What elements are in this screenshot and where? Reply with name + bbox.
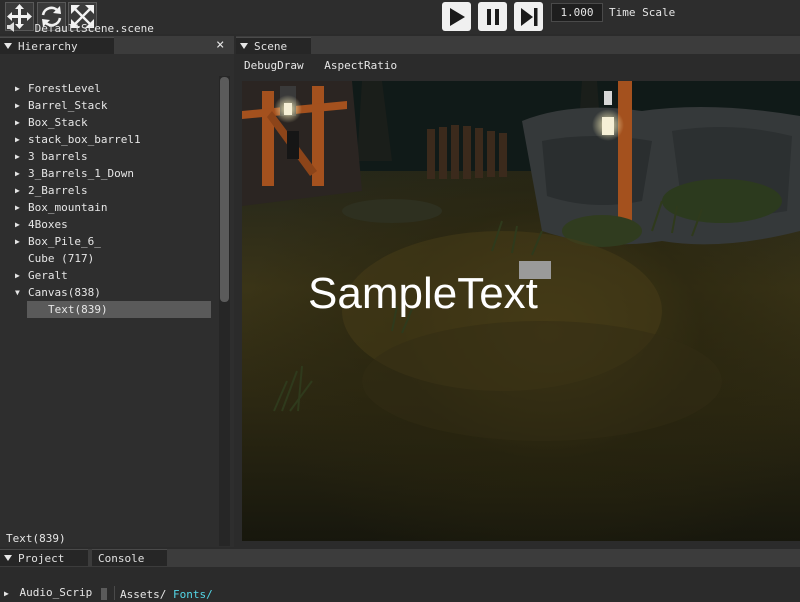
tab-label: Project: [18, 552, 65, 565]
collapse-triangle-icon[interactable]: [4, 43, 12, 49]
hierarchy-item-label: Box_Stack: [28, 116, 88, 129]
menu-debug-draw[interactable]: DebugDraw: [244, 57, 304, 75]
expand-arrow-icon[interactable]: ▶: [15, 131, 20, 148]
expand-arrow-icon[interactable]: ▶: [15, 148, 20, 165]
play-icon: [449, 7, 465, 26]
tab-project[interactable]: Project: [0, 549, 88, 566]
tab-hierarchy[interactable]: Hierarchy: [0, 37, 114, 54]
hierarchy-list: ▶ ForestLevel ▶ Barrel_Stack ▶ Box_Stack ▶ stac…: [0, 80, 218, 318]
scene-tab-bar: [236, 36, 800, 54]
expand-arrow-icon[interactable]: ▶: [15, 80, 20, 97]
expand-arrow-icon[interactable]: ▶: [15, 216, 20, 233]
step-button[interactable]: [514, 2, 543, 31]
hierarchy-item-label: 3_Barrels_1_Down: [28, 167, 134, 180]
hierarchy-item-label: Cube (717): [28, 252, 95, 265]
hierarchy-item[interactable]: ▶ 3_Barrels_1_Down: [0, 165, 218, 182]
hierarchy-item-label: 3 barrels: [28, 150, 88, 163]
expand-arrow-icon[interactable]: ▶: [15, 233, 20, 250]
pause-icon: [486, 8, 499, 25]
collapse-triangle-icon[interactable]: [240, 43, 248, 49]
tab-console[interactable]: Console: [92, 549, 167, 566]
expand-arrow-icon[interactable]: ▶: [15, 97, 20, 114]
hierarchy-item[interactable]: ▶ ForestLevel: [0, 80, 218, 97]
hierarchy-item-label: Box_mountain: [28, 201, 108, 214]
tab-label: Scene: [254, 40, 288, 53]
hierarchy-item[interactable]: ▶ 3 barrels: [0, 148, 218, 165]
expanded-arrow-icon[interactable]: ▼: [15, 284, 20, 301]
hierarchy-item-label: Text(839): [27, 301, 211, 318]
speaker-icon: [7, 22, 14, 32]
hierarchy-item[interactable]: ▶ Box_Pile_6_: [0, 233, 218, 250]
hierarchy-item-label: Box_Pile_6_: [28, 235, 101, 248]
hierarchy-item-label: ForestLevel: [28, 82, 101, 95]
play-button[interactable]: [442, 2, 471, 31]
hierarchy-item[interactable]: ▶ Box_mountain: [0, 199, 218, 216]
tab-label: Console: [98, 552, 145, 565]
hierarchy-item[interactable]: ▶ Geralt: [0, 267, 218, 284]
scene-file-name: DefaultScene.scene: [34, 22, 154, 35]
menu-aspect-ratio[interactable]: AspectRatio: [324, 57, 397, 75]
time-scale-input[interactable]: 1.000: [551, 3, 603, 22]
path-fonts-link[interactable]: Fonts/: [173, 588, 213, 601]
collapse-triangle-icon[interactable]: [4, 555, 12, 561]
scene-viewport[interactable]: SampleText: [242, 81, 800, 541]
time-scale-label: Time Scale: [609, 6, 676, 19]
expand-arrow-icon[interactable]: ▶: [15, 267, 20, 284]
hierarchy-item[interactable]: ▶ Box_Stack: [0, 114, 218, 131]
pause-button[interactable]: [478, 2, 507, 31]
hierarchy-item[interactable]: ▶ 4Boxes: [0, 216, 218, 233]
expand-arrow-icon: ▶: [4, 589, 9, 598]
hierarchy-item-label: 2_Barrels: [28, 184, 88, 197]
hierarchy-item[interactable]: ▼ Canvas(838): [0, 284, 218, 301]
scene-menu-bar: DebugDraw AspectRatio: [244, 57, 411, 75]
project-scrollbar-thumb[interactable]: [101, 588, 107, 600]
project-folder-item[interactable]: ▶ Audio_Scrip: [4, 586, 92, 601]
sample-text[interactable]: SampleText: [308, 269, 538, 319]
hierarchy-item[interactable]: ▶ 2_Barrels: [0, 182, 218, 199]
hierarchy-item-label: 4Boxes: [28, 218, 68, 231]
expand-arrow-icon[interactable]: ▶: [15, 165, 20, 182]
tab-scene[interactable]: Scene: [236, 37, 311, 54]
expand-arrow-icon[interactable]: ▶: [15, 199, 20, 216]
scene-file-row[interactable]: DefaultScene.scene: [6, 21, 216, 37]
panel-divider: [114, 586, 115, 600]
hierarchy-item[interactable]: Cube (717): [0, 250, 218, 267]
hierarchy-item-label: Canvas(838): [28, 286, 101, 299]
tab-label: Hierarchy: [18, 40, 78, 53]
project-folder-label: Audio_Scrip: [19, 586, 93, 599]
path-assets[interactable]: Assets/: [120, 588, 166, 601]
hierarchy-scrollbar-thumb[interactable]: [220, 77, 229, 302]
selected-object-status: Text(839): [6, 532, 66, 545]
hierarchy-item[interactable]: Text(839): [0, 301, 218, 318]
expand-arrow-icon[interactable]: ▶: [15, 182, 20, 199]
hierarchy-item-label: Geralt: [28, 269, 68, 282]
hierarchy-item[interactable]: ▶ stack_box_barrel1: [0, 131, 218, 148]
hierarchy-item[interactable]: ▶ Barrel_Stack: [0, 97, 218, 114]
hierarchy-item-label: stack_box_barrel1: [28, 133, 141, 146]
hierarchy-item-label: Barrel_Stack: [28, 99, 108, 112]
step-icon: [520, 7, 537, 26]
expand-arrow-icon[interactable]: ▶: [15, 114, 20, 131]
